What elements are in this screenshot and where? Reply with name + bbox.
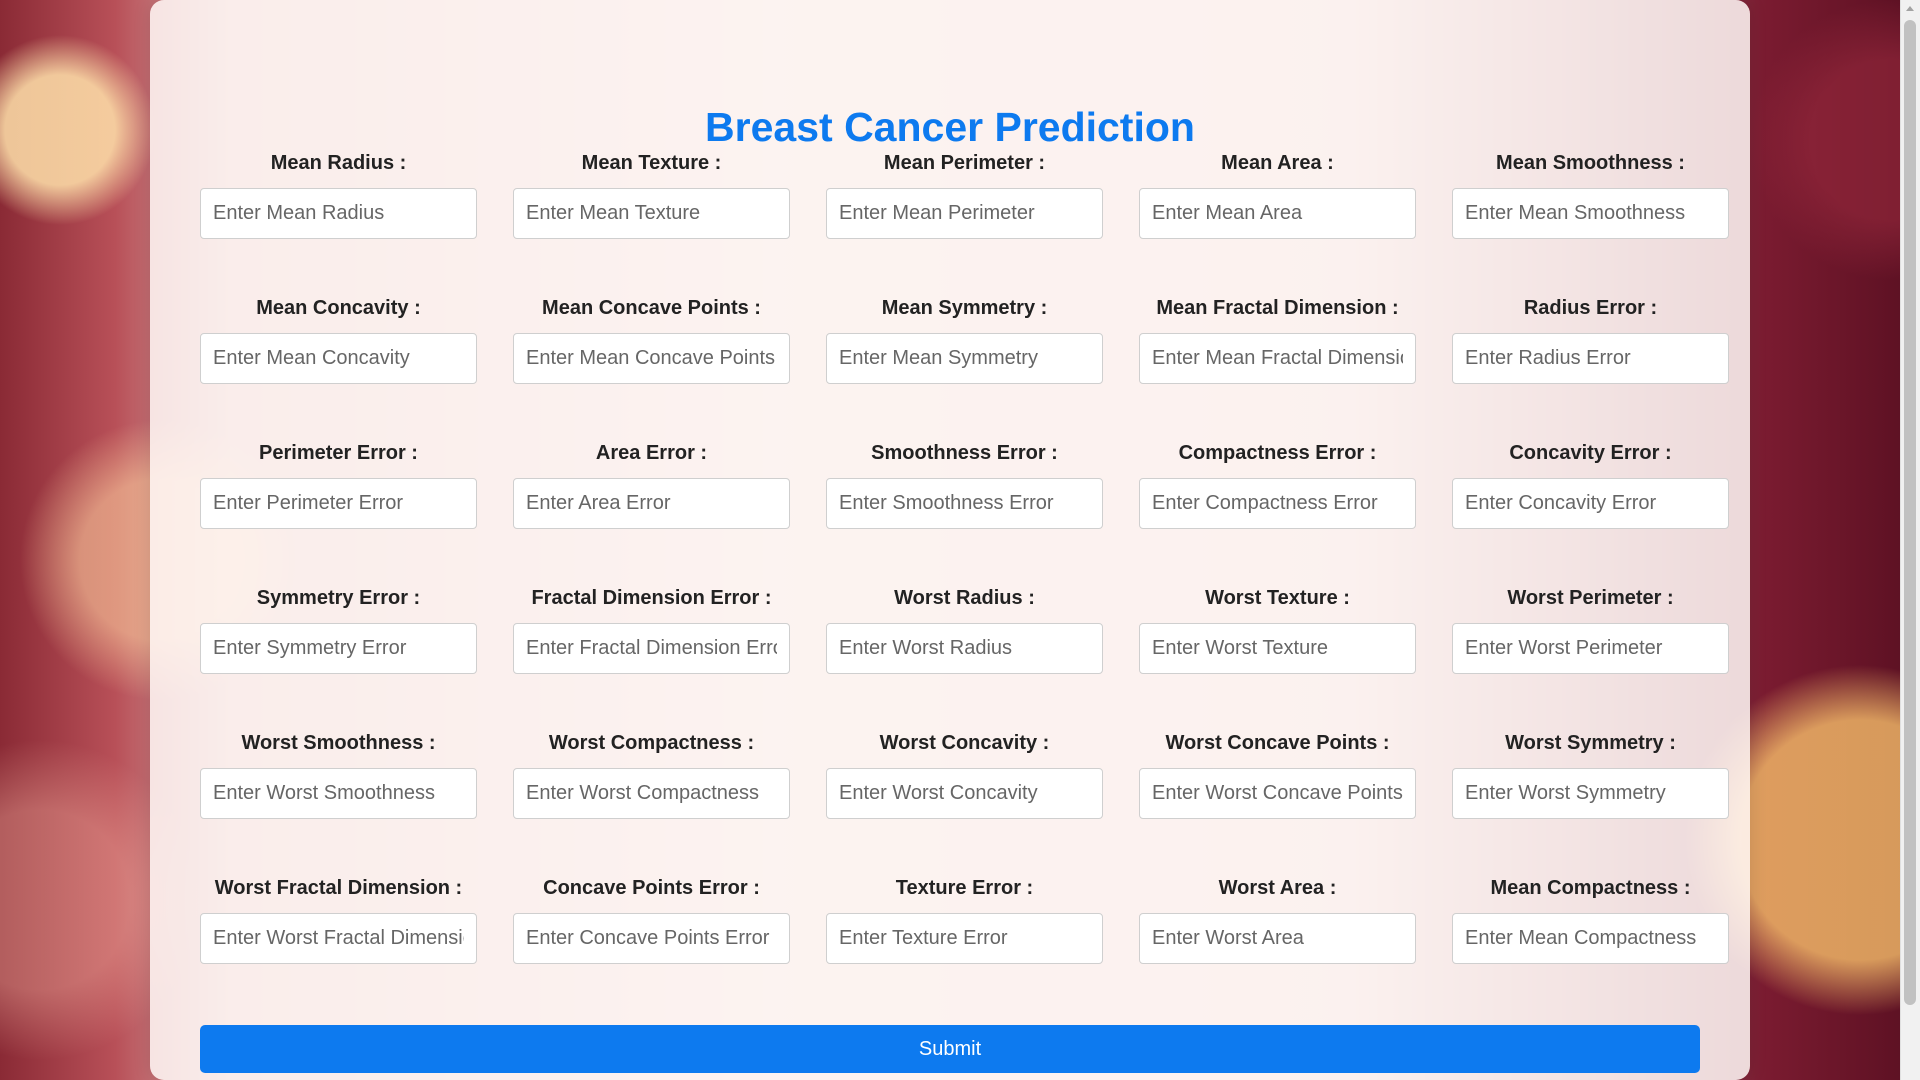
- scroll-up-arrow-icon[interactable]: [1906, 6, 1914, 11]
- field-label: Worst Texture :: [1205, 587, 1350, 609]
- field-label: Fractal Dimension Error :: [531, 587, 772, 609]
- field-label: Smoothness Error :: [871, 442, 1058, 464]
- field-label: Mean Concave Points :: [542, 297, 761, 319]
- field-worst-concavity: Worst Concavity :: [826, 730, 1103, 875]
- page-title: Breast Cancer Prediction: [705, 104, 1195, 151]
- field-label: Mean Concavity :: [256, 297, 421, 319]
- worst-radius-input[interactable]: [826, 623, 1103, 674]
- field-worst-area: Worst Area :: [1139, 875, 1416, 1020]
- worst-concavity-input[interactable]: [826, 768, 1103, 819]
- field-label: Mean Symmetry :: [881, 297, 1048, 319]
- mean-concavity-input[interactable]: [200, 333, 477, 384]
- field-label: Texture Error :: [895, 877, 1034, 899]
- field-label: Radius Error :: [1523, 297, 1658, 319]
- field-label: Worst Smoothness :: [241, 732, 436, 754]
- field-label: Compactness Error :: [1178, 442, 1377, 464]
- field-label: Worst Compactness :: [548, 732, 755, 754]
- field-mean-compactness: Mean Compactness :: [1452, 875, 1729, 1020]
- field-smoothness-error: Smoothness Error :: [826, 440, 1103, 585]
- field-label: Concave Points Error :: [543, 877, 760, 899]
- field-worst-compactness: Worst Compactness :: [513, 730, 790, 875]
- field-label: Worst Concavity :: [879, 732, 1050, 754]
- fractal-dimension-error-input[interactable]: [513, 623, 790, 674]
- mean-area-input[interactable]: [1139, 188, 1416, 239]
- field-label: Worst Concave Points :: [1165, 732, 1390, 754]
- field-worst-fractal-dimension: Worst Fractal Dimension :: [200, 875, 477, 1020]
- field-concave-points-error: Concave Points Error :: [513, 875, 790, 1020]
- worst-fractal-dimension-input[interactable]: [200, 913, 477, 964]
- field-label: Worst Symmetry :: [1505, 732, 1676, 754]
- field-worst-perimeter: Worst Perimeter :: [1452, 585, 1729, 730]
- field-mean-radius: Mean Radius :: [200, 150, 477, 295]
- mean-fractal-dimension-input[interactable]: [1139, 333, 1416, 384]
- symmetry-error-input[interactable]: [200, 623, 477, 674]
- scrollbar-thumb[interactable]: [1904, 20, 1916, 1005]
- perimeter-error-input[interactable]: [200, 478, 477, 529]
- submit-button[interactable]: Submit: [200, 1025, 1700, 1073]
- field-mean-fractal-dimension: Mean Fractal Dimension :: [1139, 295, 1416, 440]
- field-mean-concave-points: Mean Concave Points :: [513, 295, 790, 440]
- field-symmetry-error: Symmetry Error :: [200, 585, 477, 730]
- mean-radius-input[interactable]: [200, 188, 477, 239]
- field-worst-radius: Worst Radius :: [826, 585, 1103, 730]
- field-concavity-error: Concavity Error :: [1452, 440, 1729, 585]
- field-worst-texture: Worst Texture :: [1139, 585, 1416, 730]
- field-fractal-dimension-error: Fractal Dimension Error :: [513, 585, 790, 730]
- field-label: Mean Area :: [1221, 152, 1334, 174]
- field-worst-concave-points: Worst Concave Points :: [1139, 730, 1416, 875]
- area-error-input[interactable]: [513, 478, 790, 529]
- mean-compactness-input[interactable]: [1452, 913, 1729, 964]
- field-label: Worst Radius :: [894, 587, 1035, 609]
- field-mean-concavity: Mean Concavity :: [200, 295, 477, 440]
- field-label: Symmetry Error :: [256, 587, 421, 609]
- field-mean-smoothness: Mean Smoothness :: [1452, 150, 1729, 295]
- field-label: Worst Area :: [1218, 877, 1337, 899]
- worst-perimeter-input[interactable]: [1452, 623, 1729, 674]
- mean-symmetry-input[interactable]: [826, 333, 1103, 384]
- smoothness-error-input[interactable]: [826, 478, 1103, 529]
- field-label: Mean Compactness :: [1490, 877, 1691, 899]
- worst-compactness-input[interactable]: [513, 768, 790, 819]
- field-radius-error: Radius Error :: [1452, 295, 1729, 440]
- field-mean-symmetry: Mean Symmetry :: [826, 295, 1103, 440]
- worst-texture-input[interactable]: [1139, 623, 1416, 674]
- mean-smoothness-input[interactable]: [1452, 188, 1729, 239]
- worst-smoothness-input[interactable]: [200, 768, 477, 819]
- field-label: Worst Fractal Dimension :: [214, 877, 463, 899]
- field-label: Mean Radius :: [270, 152, 407, 174]
- field-area-error: Area Error :: [513, 440, 790, 585]
- field-worst-smoothness: Worst Smoothness :: [200, 730, 477, 875]
- compactness-error-input[interactable]: [1139, 478, 1416, 529]
- field-label: Mean Perimeter :: [883, 152, 1046, 174]
- field-mean-perimeter: Mean Perimeter :: [826, 150, 1103, 295]
- field-label: Concavity Error :: [1509, 442, 1672, 464]
- vertical-scrollbar[interactable]: [1900, 0, 1920, 1080]
- input-fields-grid: Mean Radius : Mean Texture : Mean Perime…: [200, 150, 1729, 1020]
- radius-error-input[interactable]: [1452, 333, 1729, 384]
- field-mean-texture: Mean Texture :: [513, 150, 790, 295]
- field-label: Area Error :: [595, 442, 708, 464]
- field-label: Mean Smoothness :: [1496, 152, 1685, 174]
- field-label: Perimeter Error :: [259, 442, 418, 464]
- worst-area-input[interactable]: [1139, 913, 1416, 964]
- mean-concave-points-input[interactable]: [513, 333, 790, 384]
- concavity-error-input[interactable]: [1452, 478, 1729, 529]
- prediction-form-card: Breast Cancer Prediction Mean Radius : M…: [150, 0, 1750, 1080]
- mean-perimeter-input[interactable]: [826, 188, 1103, 239]
- field-mean-area: Mean Area :: [1139, 150, 1416, 295]
- field-texture-error: Texture Error :: [826, 875, 1103, 1020]
- worst-concave-points-input[interactable]: [1139, 768, 1416, 819]
- field-worst-symmetry: Worst Symmetry :: [1452, 730, 1729, 875]
- field-compactness-error: Compactness Error :: [1139, 440, 1416, 585]
- field-label: Worst Perimeter :: [1507, 587, 1674, 609]
- concave-points-error-input[interactable]: [513, 913, 790, 964]
- field-label: Mean Texture :: [581, 152, 722, 174]
- field-label: Mean Fractal Dimension :: [1156, 297, 1399, 319]
- worst-symmetry-input[interactable]: [1452, 768, 1729, 819]
- mean-texture-input[interactable]: [513, 188, 790, 239]
- texture-error-input[interactable]: [826, 913, 1103, 964]
- field-perimeter-error: Perimeter Error :: [200, 440, 477, 585]
